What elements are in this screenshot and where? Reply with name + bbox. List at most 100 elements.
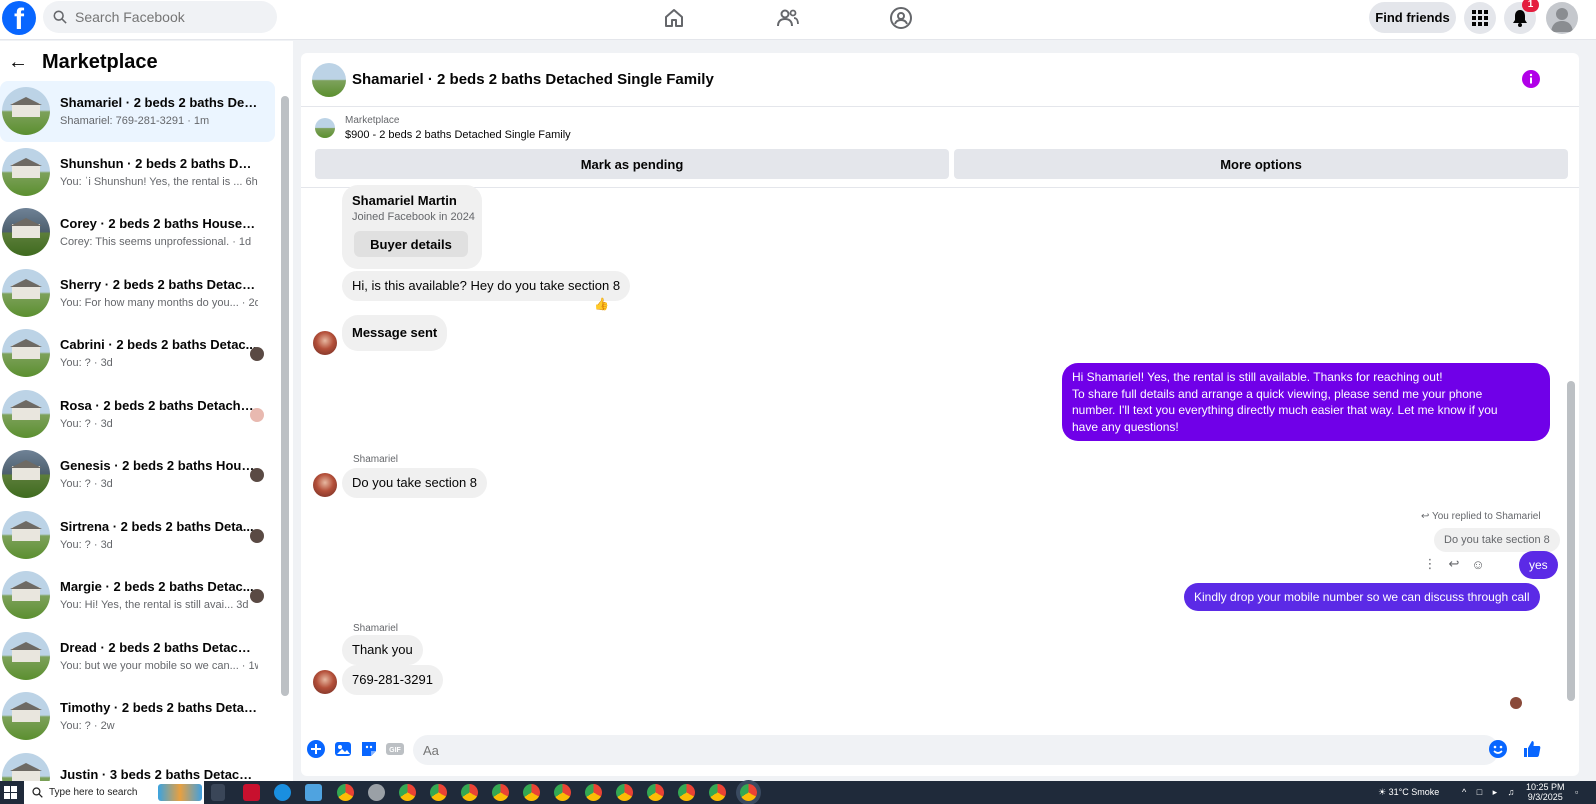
home-icon[interactable]	[662, 6, 686, 30]
info-icon[interactable]	[1522, 70, 1540, 88]
conversation-item[interactable]: Shunshun · 2 beds 2 baths Deta... You: ˈi…	[0, 142, 275, 203]
conversation-item[interactable]: Sherry · 2 beds 2 baths Detache... You: F…	[0, 263, 275, 324]
conversation-name: Justin · 3 beds 2 baths Detached...	[60, 766, 258, 781]
chrome-icon[interactable]	[647, 784, 664, 801]
settings-gear-icon[interactable]	[368, 784, 385, 801]
city-skyline-icon[interactable]	[158, 784, 202, 801]
incoming-message[interactable]: 769-281-3291	[342, 665, 443, 695]
conversation-item[interactable]: Rosa · 2 beds 2 baths Detache... You: ? ·…	[0, 384, 275, 445]
incoming-message[interactable]: Do you take section 8	[342, 468, 488, 498]
chrome-icon[interactable]	[430, 784, 447, 801]
sender-avatar[interactable]	[313, 331, 337, 355]
incoming-message[interactable]: Thank you	[342, 635, 423, 665]
conversation-item[interactable]: Timothy · 2 beds 2 baths Detach... You: ?…	[0, 686, 275, 747]
listing-thumbnail	[2, 208, 50, 257]
task-view-icon[interactable]	[211, 784, 225, 801]
chrome-icon[interactable]	[461, 784, 478, 801]
windows-taskbar: Type here to search ☀ 31°C Smoke ^ □ ▸ ♫…	[0, 781, 1596, 804]
thumbs-up-icon[interactable]	[1522, 739, 1542, 759]
back-arrow-icon[interactable]: ←	[8, 51, 28, 74]
message-input[interactable]	[413, 735, 1499, 765]
profile-avatar[interactable]	[1546, 2, 1578, 34]
conversation-item[interactable]: Genesis · 2 beds 2 baths Hous... You: ? ·…	[0, 444, 275, 505]
incoming-message[interactable]: Message sent	[342, 315, 448, 351]
sticker-icon[interactable]	[359, 739, 379, 759]
plus-circle-icon[interactable]	[306, 739, 326, 759]
conversation-name: Sherry · 2 beds 2 baths Detache...	[60, 276, 258, 292]
chat-scroll-thumb[interactable]	[1567, 381, 1575, 701]
sidebar-title: Marketplace	[42, 51, 158, 73]
thumbs-up-reaction-icon[interactable]: 👍	[594, 297, 609, 311]
more-actions-icon[interactable]: ⋮	[1421, 555, 1439, 573]
listing-thumbnail	[2, 147, 50, 196]
conversation-item[interactable]: Cabrini · 2 beds 2 baths Detac... You: ? …	[0, 323, 275, 384]
chrome-icon[interactable]	[616, 784, 633, 801]
chrome-active-icon[interactable]	[740, 784, 757, 801]
file-app-icon[interactable]	[305, 784, 322, 801]
search-input[interactable]	[75, 9, 255, 25]
pdf-app-icon[interactable]	[243, 784, 260, 801]
mark-as-pending-button[interactable]: Mark as pending	[315, 149, 949, 179]
react-emoji-icon[interactable]: ☺	[1469, 555, 1487, 573]
conversation-item[interactable]: Corey · 2 beds 2 baths House fo... Corey:…	[0, 202, 275, 263]
friends-icon[interactable]	[776, 6, 800, 30]
buyer-details-button[interactable]: Buyer details	[354, 231, 468, 257]
listing-mini-thumbnail	[315, 118, 335, 138]
conversation-preview: You: ? · 3d	[60, 478, 113, 491]
photo-icon[interactable]	[333, 739, 353, 759]
facebook-logo-icon[interactable]: f	[2, 1, 36, 35]
incoming-message[interactable]: Hi, is this available? Hey do you take s…	[342, 271, 631, 301]
more-options-button[interactable]: More options	[954, 149, 1568, 179]
outgoing-message[interactable]: yes	[1519, 551, 1558, 579]
chrome-icon[interactable]	[585, 784, 602, 801]
emoji-icon[interactable]	[1488, 739, 1508, 759]
conversation-item[interactable]: Dread · 2 beds 2 baths Detached... You: b…	[0, 626, 275, 687]
chrome-icon[interactable]	[554, 784, 571, 801]
sender-avatar[interactable]	[313, 473, 337, 497]
search-box[interactable]	[43, 1, 277, 33]
conversation-name: Margie · 2 beds 2 baths Detac...	[60, 579, 254, 595]
conversation-item[interactable]: Shamariel · 2 beds 2 baths Deta... Shamar…	[0, 81, 275, 142]
seen-avatar	[250, 468, 264, 482]
outgoing-message[interactable]: Kindly drop your mobile number so we can…	[1184, 583, 1540, 611]
find-friends-button[interactable]: Find friends	[1369, 2, 1456, 33]
groups-icon[interactable]	[889, 6, 913, 30]
conversation-preview: Corey: This seems unprofessional. · 1d	[60, 236, 252, 249]
conversation-name: Corey · 2 beds 2 baths House fo...	[60, 216, 258, 232]
taskbar-search-placeholder: Type here to search	[49, 787, 138, 798]
system-tray-icons[interactable]: ^ □ ▸ ♫	[1462, 787, 1518, 798]
gif-icon[interactable]: GIF	[385, 739, 405, 759]
chat-listing-avatar[interactable]	[312, 62, 346, 97]
sidebar-scroll-thumb[interactable]	[281, 96, 289, 696]
weather-widget[interactable]: ☀ 31°C Smoke	[1378, 787, 1439, 798]
buyer-card: Shamariel Martin Joined Facebook in 2024…	[342, 185, 482, 269]
chat-title[interactable]: Shamariel · 2 beds 2 baths Detached Sing…	[352, 71, 714, 88]
conversation-preview: You: ? · 3d	[60, 417, 113, 430]
sender-avatar[interactable]	[313, 670, 337, 694]
notification-center-icon[interactable]: ▫	[1575, 787, 1578, 797]
menu-button[interactable]	[1464, 2, 1496, 34]
chrome-icon[interactable]	[523, 784, 540, 801]
chrome-icon[interactable]	[678, 784, 695, 801]
chrome-icon[interactable]	[399, 784, 416, 801]
outgoing-message[interactable]: Hi Shamariel! Yes, the rental is still a…	[1062, 363, 1550, 441]
conversation-item[interactable]: Sirtrena · 2 beds 2 baths Deta... You: ? …	[0, 505, 275, 566]
chat-scrollbar[interactable]	[1567, 189, 1575, 721]
sidebar-header: ← Marketplace	[8, 51, 158, 74]
edge-browser-icon[interactable]	[274, 784, 291, 801]
chrome-icon[interactable]	[337, 784, 354, 801]
reply-context-label: ↩ You replied to Shamariel	[1421, 511, 1541, 522]
chrome-icon[interactable]	[709, 784, 726, 801]
listing-thumbnail	[2, 87, 50, 136]
quoted-message[interactable]: Do you take section 8	[1434, 528, 1560, 552]
conversation-item[interactable]: Margie · 2 beds 2 baths Detac... You: Hi!…	[0, 565, 275, 626]
windows-start-icon[interactable]	[4, 786, 17, 799]
clock-time: 10:25 PM	[1526, 782, 1565, 792]
listing-description[interactable]: $900 - 2 beds 2 baths Detached Single Fa…	[345, 129, 571, 141]
conversation-item[interactable]: Justin · 3 beds 2 baths Detached...	[0, 747, 275, 781]
reply-icon[interactable]: ↩	[1445, 555, 1463, 573]
chat-panel: Shamariel · 2 beds 2 baths Detached Sing…	[301, 53, 1579, 776]
sidebar-scrollbar[interactable]	[281, 96, 289, 736]
chrome-icon[interactable]	[492, 784, 509, 801]
clock[interactable]: 10:25 PM 9/3/2025	[1526, 782, 1565, 802]
